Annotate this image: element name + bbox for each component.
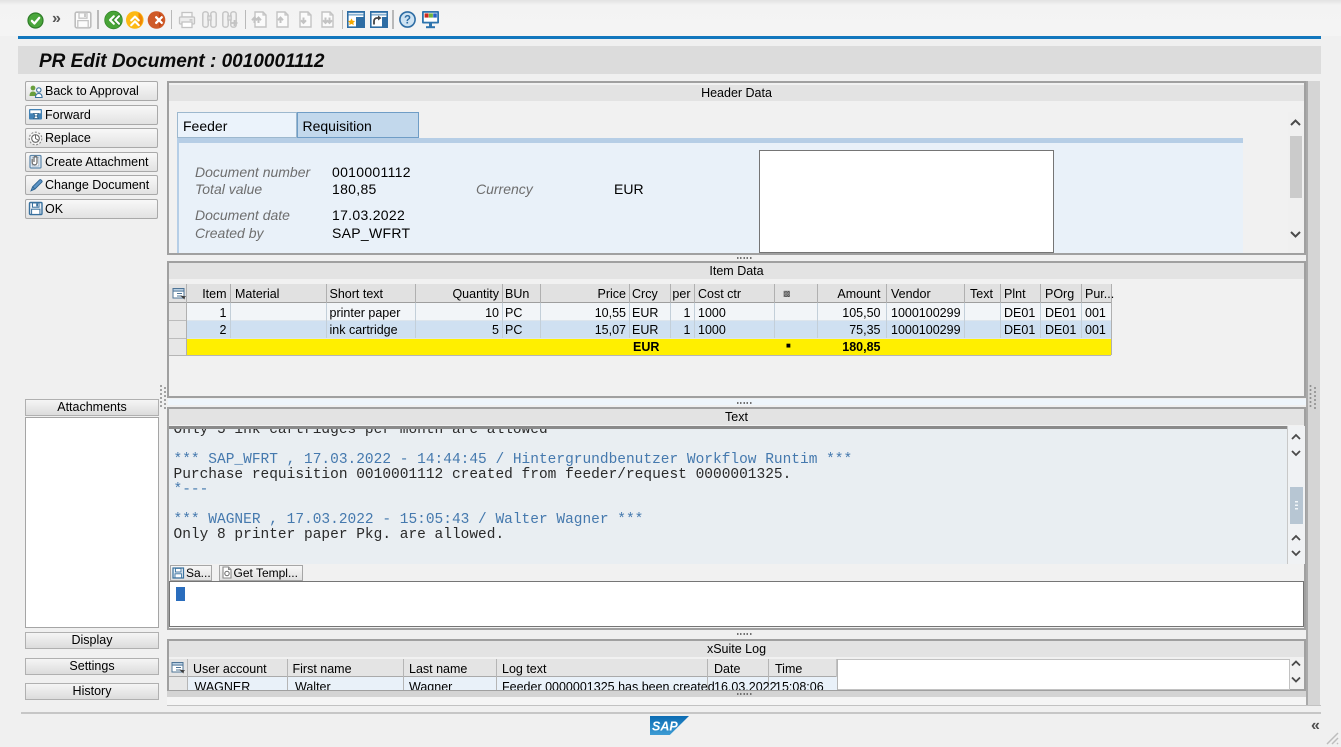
svg-text:?: ? xyxy=(404,15,411,27)
svg-text:SAP: SAP xyxy=(652,720,678,734)
